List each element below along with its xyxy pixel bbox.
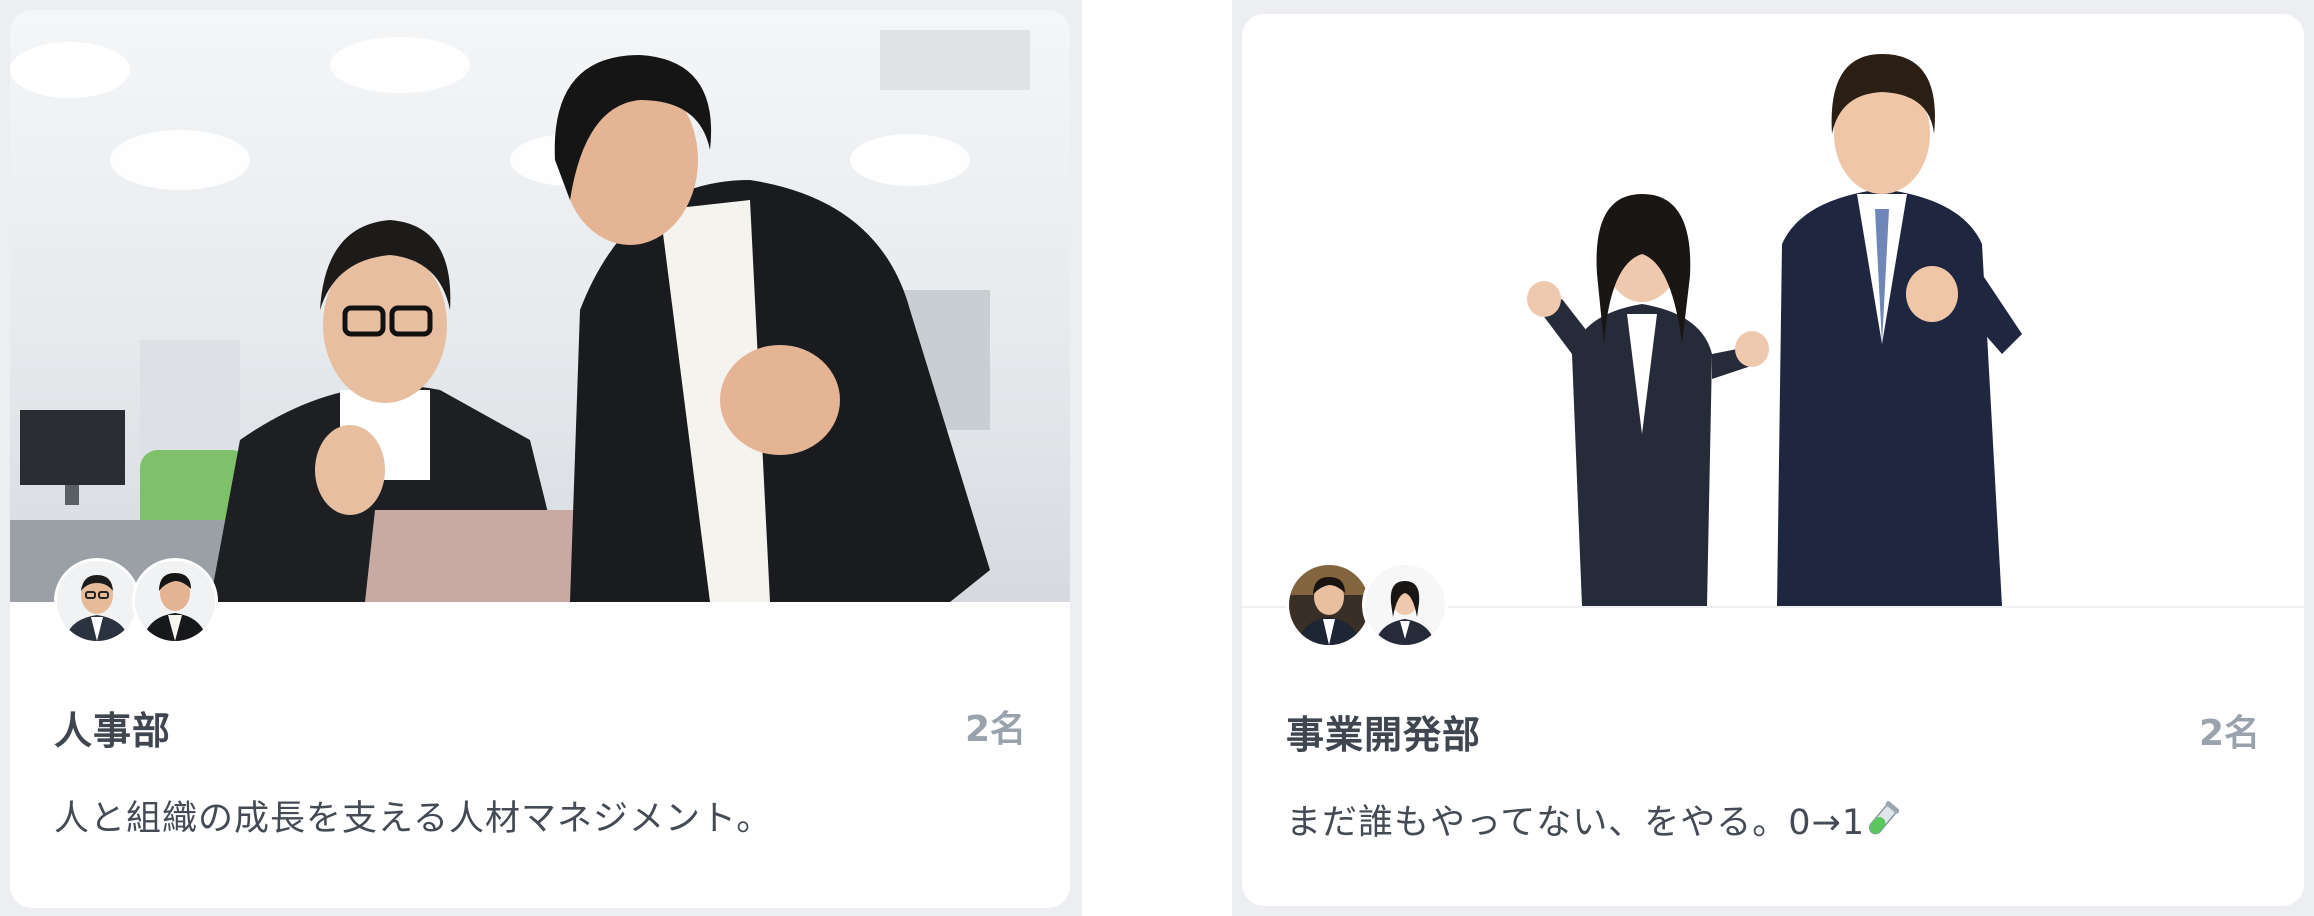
team-photo (1242, 14, 2304, 608)
team-cards-grid: 人事部 2名 人と組織の成長を支える人材マネジメント。 事業開発部 2名 まだ誰… (0, 0, 2314, 916)
team-description-text: まだ誰もやってない、をやる。0→1 (1286, 803, 1866, 843)
team-name: 事業開発部 (1286, 713, 1482, 757)
member-avatar[interactable] (132, 558, 218, 644)
member-count: 2名 (2198, 713, 2260, 754)
team-description: 人と組織の成長を支える人材マネジメント。 (54, 799, 773, 839)
member-avatar[interactable] (1286, 562, 1372, 648)
test-tube-icon (1865, 800, 1900, 840)
team-description: まだ誰もやってない、をやる。0→1 (1286, 794, 1900, 845)
member-avatar[interactable] (54, 558, 140, 644)
team-name: 人事部 (54, 709, 172, 753)
member-avatars (54, 558, 218, 646)
team-card-bizdev[interactable]: 事業開発部 2名 まだ誰もやってない、をやる。0→1 (1242, 14, 2304, 906)
team-photo (10, 10, 1070, 602)
member-avatar[interactable] (1362, 562, 1448, 648)
team-card-hr[interactable]: 人事部 2名 人と組織の成長を支える人材マネジメント。 (10, 10, 1070, 908)
member-avatars (1286, 562, 1448, 650)
member-count: 2名 (964, 709, 1026, 750)
